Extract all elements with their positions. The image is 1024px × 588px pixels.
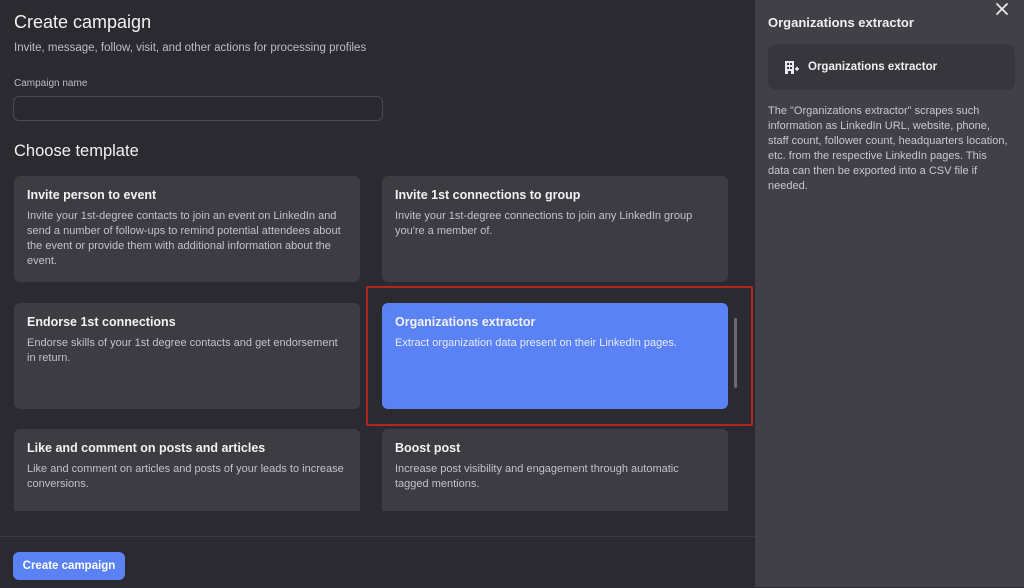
- template-card-title: Endorse 1st connections: [27, 315, 176, 329]
- template-card-description: Like and comment on articles and posts o…: [27, 463, 344, 490]
- footer-bar: Create campaign: [0, 536, 755, 588]
- panel-description: The "Organizations extractor" scrapes su…: [768, 105, 1008, 192]
- template-card-description: Increase post visibility and engagement …: [395, 463, 679, 490]
- create-campaign-button[interactable]: Create campaign: [13, 552, 125, 580]
- template-card-title: Invite 1st connections to group: [395, 188, 581, 202]
- campaign-name-input[interactable]: [13, 96, 383, 121]
- selected-template-highlight: [366, 286, 753, 426]
- create-campaign-main: Create campaign Invite, message, follow,…: [0, 0, 755, 588]
- template-card-endorse-connections[interactable]: Endorse 1st connections Endorse skills o…: [14, 303, 360, 409]
- close-icon[interactable]: [991, 0, 1013, 22]
- panel-title: Organizations extractor: [768, 15, 914, 30]
- template-card-description: Invite your 1st-degree contacts to join …: [27, 210, 341, 267]
- template-card-description: Invite your 1st-degree connections to jo…: [395, 210, 693, 237]
- page-title: Create campaign: [14, 12, 152, 32]
- page-subtitle: Invite, message, follow, visit, and othe…: [14, 42, 367, 54]
- template-card-like-and-comment[interactable]: Like and comment on posts and articles L…: [14, 429, 360, 511]
- template-card-description: Endorse skills of your 1st degree contac…: [27, 337, 338, 364]
- panel-chip-label: Organizations extractor: [808, 61, 938, 73]
- template-card-invite-person-to-event[interactable]: Invite person to event Invite your 1st-d…: [14, 176, 360, 282]
- template-card-title: Like and comment on posts and articles: [27, 441, 266, 455]
- building-icon: [784, 59, 800, 75]
- template-card-boost-post[interactable]: Boost post Increase post visibility and …: [382, 429, 728, 511]
- panel-template-chip: Organizations extractor: [768, 44, 1015, 90]
- template-card-invite-connections-to-group[interactable]: Invite 1st connections to group Invite y…: [382, 176, 728, 282]
- template-card-title: Boost post: [395, 441, 461, 455]
- template-card-title: Invite person to event: [27, 188, 157, 202]
- template-details-panel: Organizations extractor Organizations ex…: [755, 0, 1024, 587]
- choose-template-heading: Choose template: [14, 142, 139, 160]
- campaign-name-label: Campaign name: [14, 78, 88, 89]
- template-list-scrollbar[interactable]: [734, 318, 737, 388]
